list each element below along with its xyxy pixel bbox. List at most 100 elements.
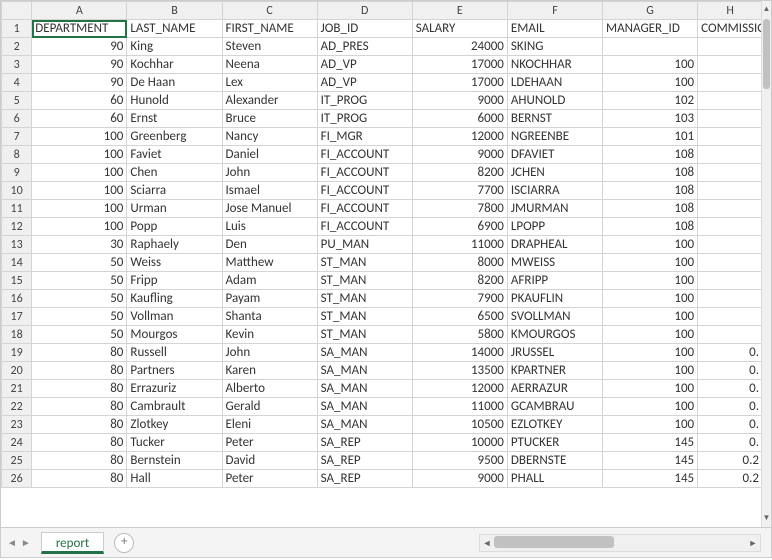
cell[interactable]: PTUCKER [507,434,602,452]
cell[interactable]: ST_MAN [317,272,412,290]
cell[interactable]: Mourgos [127,326,222,344]
cell[interactable]: JCHEN [507,164,602,182]
cell[interactable] [698,164,763,182]
cell[interactable]: AFRIPP [507,272,602,290]
cell[interactable]: DBERNSTE [507,452,602,470]
cell[interactable]: 100 [603,272,698,290]
cell[interactable]: Cambrault [127,398,222,416]
row-header[interactable]: 15 [2,272,32,290]
cell[interactable]: 12000 [412,128,507,146]
cell[interactable]: 100 [603,308,698,326]
cell[interactable]: ST_MAN [317,254,412,272]
cell[interactable]: Luis [222,218,317,236]
cell[interactable]: SA_MAN [317,416,412,434]
row-header[interactable]: 9 [2,164,32,182]
row-header[interactable]: 12 [2,218,32,236]
cell[interactable]: Hall [127,470,222,488]
cell[interactable]: 9000 [412,146,507,164]
cell[interactable]: 0.2 [698,452,763,470]
cell[interactable]: 50 [32,290,127,308]
row-header[interactable]: 19 [2,344,32,362]
cell[interactable]: 80 [32,470,127,488]
cell[interactable]: 0. [698,362,763,380]
cell[interactable]: 50 [32,326,127,344]
cell[interactable]: 5800 [412,326,507,344]
cell[interactable]: ST_MAN [317,326,412,344]
cell[interactable]: 108 [603,164,698,182]
scroll-down-icon[interactable]: ▼ [762,514,771,523]
cell[interactable]: SA_REP [317,452,412,470]
cell[interactable] [698,182,763,200]
row-header[interactable]: 22 [2,398,32,416]
cell[interactable]: 17000 [412,74,507,92]
cell[interactable]: 100 [603,236,698,254]
cell[interactable]: Gerald [222,398,317,416]
cell[interactable]: Hunold [127,92,222,110]
cell[interactable]: Partners [127,362,222,380]
cell[interactable]: 24000 [412,38,507,56]
cell[interactable]: FI_ACCOUNT [317,146,412,164]
cell[interactable]: 100 [603,326,698,344]
cell[interactable]: 8000 [412,254,507,272]
cell[interactable]: 80 [32,452,127,470]
cell[interactable]: 9500 [412,452,507,470]
row-header[interactable]: 18 [2,326,32,344]
cell[interactable] [698,200,763,218]
cell[interactable]: EZLOTKEY [507,416,602,434]
cell[interactable]: Raphaely [127,236,222,254]
cell[interactable]: LDEHAAN [507,74,602,92]
row-header[interactable]: 4 [2,74,32,92]
cell[interactable]: NKOCHHAR [507,56,602,74]
cell[interactable]: Lex [222,74,317,92]
cell[interactable]: JMURMAN [507,200,602,218]
cell[interactable] [698,38,763,56]
row-header[interactable]: 5 [2,92,32,110]
cell[interactable]: 17000 [412,56,507,74]
cell[interactable]: 7700 [412,182,507,200]
cell[interactable]: 108 [603,218,698,236]
cell[interactable]: KPARTNER [507,362,602,380]
cell[interactable]: Weiss [127,254,222,272]
cell[interactable]: ST_MAN [317,290,412,308]
cell[interactable]: Bernstein [127,452,222,470]
cell[interactable]: MANAGER_ID [603,20,698,38]
cell[interactable]: Ernst [127,110,222,128]
row-header[interactable]: 20 [2,362,32,380]
cell[interactable]: John [222,164,317,182]
cell[interactable]: 101 [603,128,698,146]
scroll-right-icon[interactable]: ► [746,538,760,549]
cell[interactable]: 6500 [412,308,507,326]
cell[interactable] [698,92,763,110]
cell[interactable]: Eleni [222,416,317,434]
cell[interactable]: Peter [222,470,317,488]
row-header[interactable]: 13 [2,236,32,254]
cell[interactable]: 80 [32,416,127,434]
row-header[interactable]: 17 [2,308,32,326]
cell[interactable]: Ismael [222,182,317,200]
cell[interactable]: 0. [698,344,763,362]
cell[interactable]: 145 [603,434,698,452]
cell[interactable]: SVOLLMAN [507,308,602,326]
cell[interactable] [698,128,763,146]
scroll-left-icon[interactable]: ◄ [480,538,494,549]
cell[interactable]: SA_MAN [317,362,412,380]
cell[interactable]: GCAMBRAU [507,398,602,416]
cell[interactable]: Karen [222,362,317,380]
cell[interactable]: DRAPHEAL [507,236,602,254]
vertical-scrollbar[interactable]: ▲ ▼ [761,1,771,527]
cell[interactable]: SALARY [412,20,507,38]
cell[interactable]: 80 [32,434,127,452]
cell[interactable]: 100 [32,164,127,182]
cell[interactable]: 50 [32,254,127,272]
cell[interactable]: 100 [32,200,127,218]
cell[interactable]: 13500 [412,362,507,380]
cell[interactable] [698,308,763,326]
row-header[interactable]: 14 [2,254,32,272]
row-header[interactable]: 3 [2,56,32,74]
cell[interactable]: 100 [603,290,698,308]
row-header[interactable]: 11 [2,200,32,218]
cell[interactable]: 80 [32,362,127,380]
cell[interactable]: PU_MAN [317,236,412,254]
cell[interactable] [698,254,763,272]
cell[interactable]: 100 [603,362,698,380]
